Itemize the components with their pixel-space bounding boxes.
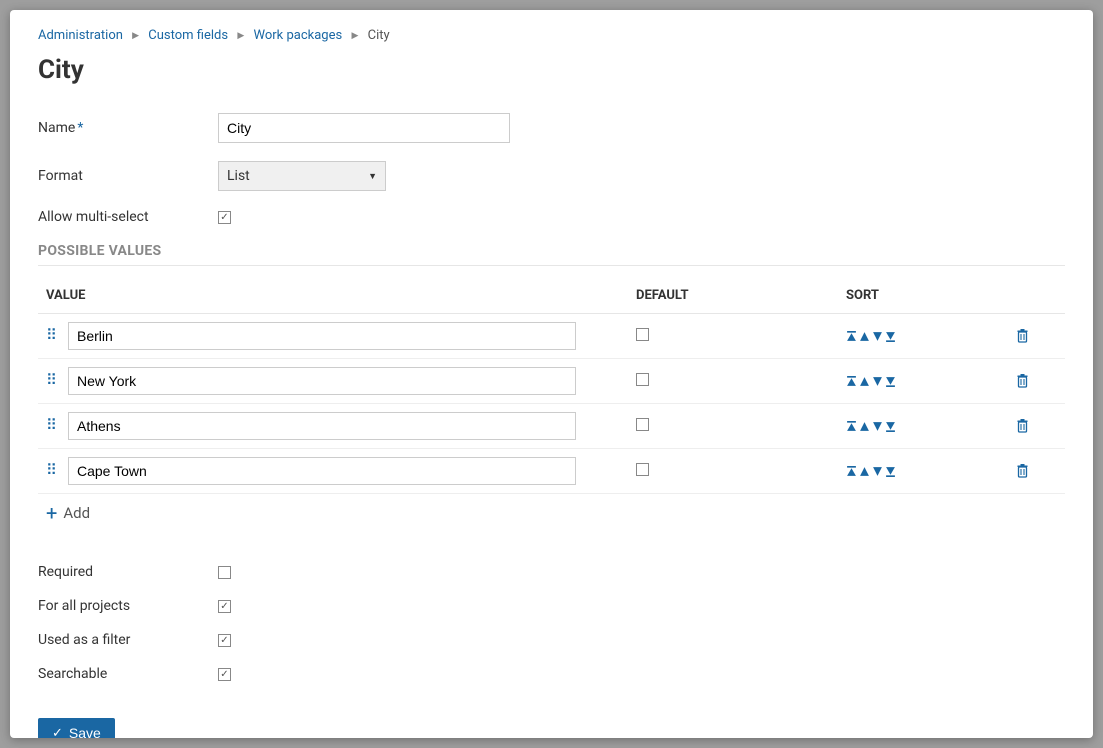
value-input[interactable]	[68, 322, 576, 350]
drag-handle-icon[interactable]	[46, 332, 58, 340]
move-down-icon[interactable]	[872, 421, 883, 432]
col-header-value: VALUE	[46, 288, 636, 303]
save-label: Save	[69, 725, 101, 738]
value-row	[38, 314, 1065, 359]
value-input[interactable]	[68, 457, 576, 485]
move-bottom-icon[interactable]	[885, 466, 896, 477]
default-checkbox[interactable]	[636, 418, 649, 431]
drag-handle-icon[interactable]	[46, 422, 58, 430]
value-input[interactable]	[68, 367, 576, 395]
add-value-button[interactable]: + Add	[38, 494, 1065, 522]
drag-handle-icon[interactable]	[46, 377, 58, 385]
move-down-icon[interactable]	[872, 466, 883, 477]
plus-icon: +	[46, 504, 57, 522]
move-bottom-icon[interactable]	[885, 331, 896, 342]
move-up-icon[interactable]	[859, 466, 870, 477]
breadcrumb-work-packages[interactable]: Work packages	[254, 28, 343, 43]
delete-icon[interactable]	[1016, 374, 1056, 388]
admin-custom-field-page: Administration ▶ Custom fields ▶ Work pa…	[10, 10, 1093, 738]
sort-controls	[846, 331, 1016, 342]
multi-select-label: Allow multi-select	[38, 209, 218, 225]
format-value: List	[227, 168, 250, 184]
breadcrumb: Administration ▶ Custom fields ▶ Work pa…	[38, 28, 1065, 43]
chevron-down-icon: ▼	[368, 171, 377, 182]
value-input[interactable]	[68, 412, 576, 440]
move-down-icon[interactable]	[872, 376, 883, 387]
delete-icon[interactable]	[1016, 464, 1056, 478]
move-top-icon[interactable]	[846, 421, 857, 432]
possible-values-table: VALUE DEFAULT SORT	[38, 272, 1065, 522]
save-button[interactable]: ✓ Save	[38, 718, 115, 738]
drag-handle-icon[interactable]	[46, 467, 58, 475]
move-up-icon[interactable]	[859, 331, 870, 342]
move-top-icon[interactable]	[846, 466, 857, 477]
sort-controls	[846, 421, 1016, 432]
chevron-right-icon: ▶	[132, 31, 139, 41]
move-bottom-icon[interactable]	[885, 376, 896, 387]
multi-select-checkbox[interactable]	[218, 211, 231, 224]
value-row	[38, 449, 1065, 494]
check-icon: ✓	[52, 725, 63, 738]
breadcrumb-administration[interactable]: Administration	[38, 28, 123, 43]
value-row	[38, 359, 1065, 404]
delete-icon[interactable]	[1016, 329, 1056, 343]
format-select[interactable]: List ▼	[218, 161, 386, 191]
move-top-icon[interactable]	[846, 331, 857, 342]
chevron-right-icon: ▶	[237, 31, 244, 41]
move-top-icon[interactable]	[846, 376, 857, 387]
move-bottom-icon[interactable]	[885, 421, 896, 432]
move-down-icon[interactable]	[872, 331, 883, 342]
page-title: City	[38, 55, 1065, 85]
delete-icon[interactable]	[1016, 419, 1056, 433]
move-up-icon[interactable]	[859, 376, 870, 387]
used-as-filter-checkbox[interactable]	[218, 634, 231, 647]
default-checkbox[interactable]	[636, 328, 649, 341]
name-input[interactable]	[218, 113, 510, 143]
add-label: Add	[63, 504, 90, 522]
move-up-icon[interactable]	[859, 421, 870, 432]
used-as-filter-label: Used as a filter	[38, 632, 218, 648]
breadcrumb-custom-fields[interactable]: Custom fields	[148, 28, 228, 43]
sort-controls	[846, 466, 1016, 477]
searchable-label: Searchable	[38, 666, 218, 682]
required-label: Required	[38, 564, 218, 580]
format-label: Format	[38, 168, 218, 184]
possible-values-heading: POSSIBLE VALUES	[38, 243, 1065, 266]
breadcrumb-current: City	[368, 28, 390, 43]
value-row	[38, 404, 1065, 449]
col-header-default: DEFAULT	[636, 288, 846, 303]
name-label: Name*	[38, 120, 218, 136]
chevron-right-icon: ▶	[351, 31, 358, 41]
default-checkbox[interactable]	[636, 463, 649, 476]
sort-controls	[846, 376, 1016, 387]
searchable-checkbox[interactable]	[218, 668, 231, 681]
for-all-projects-label: For all projects	[38, 598, 218, 614]
col-header-delete	[1016, 288, 1056, 303]
required-checkbox[interactable]	[218, 566, 231, 579]
default-checkbox[interactable]	[636, 373, 649, 386]
for-all-projects-checkbox[interactable]	[218, 600, 231, 613]
col-header-sort: SORT	[846, 288, 1016, 303]
